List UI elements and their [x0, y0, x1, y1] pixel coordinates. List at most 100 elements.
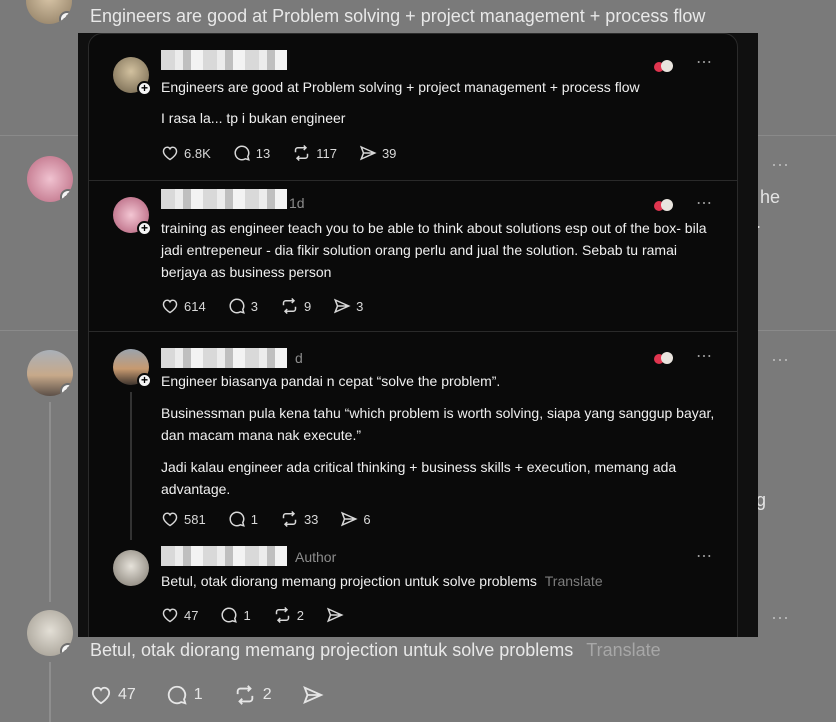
more-icon[interactable]: ⋯: [771, 350, 790, 371]
like-button[interactable]: 581: [161, 511, 206, 527]
share-count: 3: [356, 298, 364, 314]
reaction-icon: [653, 350, 675, 366]
reply-button[interactable]: 1: [228, 510, 258, 528]
reply-button[interactable]: 13: [233, 144, 270, 162]
follow-plus-icon[interactable]: +: [60, 189, 73, 202]
follow-plus-icon[interactable]: +: [60, 383, 73, 396]
reply-count: 1: [250, 511, 258, 527]
share-button[interactable]: 3: [333, 297, 363, 315]
like-button[interactable]: 614: [161, 298, 206, 314]
share-button[interactable]: 6: [340, 510, 371, 528]
share-button[interactable]: 39: [359, 144, 396, 162]
reply-button[interactable]: 3: [228, 297, 258, 315]
username-redacted[interactable]: [161, 348, 287, 368]
thread-preview-panel: + ⋯ Engineers are good at Problem solvin…: [78, 33, 758, 637]
comment-icon: [229, 298, 245, 314]
send-icon: [341, 511, 359, 527]
comment-icon: [221, 607, 238, 623]
like-button[interactable]: 47: [161, 607, 198, 623]
action-bar: 581 1 33 6: [161, 510, 393, 528]
more-icon[interactable]: ⋯: [771, 608, 790, 629]
heart-icon: [162, 512, 178, 527]
repost-button[interactable]: 2: [273, 606, 304, 624]
follow-plus-icon[interactable]: +: [60, 643, 73, 656]
follow-plus-icon[interactable]: +: [137, 373, 152, 388]
avatar[interactable]: +: [27, 610, 73, 656]
translate-link[interactable]: Translate: [545, 573, 603, 589]
send-icon: [326, 607, 344, 623]
avatar[interactable]: [113, 550, 149, 586]
share-button[interactable]: [326, 606, 344, 624]
like-button[interactable]: 6.8K: [161, 145, 211, 161]
avatar[interactable]: +: [26, 0, 72, 24]
translate-link[interactable]: Translate: [586, 640, 660, 660]
post-text-line: Engineers are good at Problem solving + …: [161, 79, 640, 95]
post-text: Betul, otak diorang memang projection un…: [161, 570, 721, 592]
repost-icon: [282, 297, 297, 315]
author-tag: Author: [295, 549, 337, 565]
repost-button[interactable]: 33: [280, 510, 318, 528]
send-icon: [334, 298, 351, 314]
post-paragraph: Businessman pula kena tahu “which proble…: [161, 405, 715, 443]
post[interactable]: + ⋯ Engineers are good at Problem solvin…: [89, 34, 737, 180]
more-options-icon[interactable]: ⋯: [696, 52, 713, 72]
more-icon[interactable]: ⋯: [771, 155, 790, 176]
post-text: training as engineer teach you to be abl…: [161, 220, 707, 280]
post-text-fragment: he: [760, 187, 781, 207]
post-time: 1d: [289, 195, 305, 211]
reply-text-body: Betul, otak diorang memang projection un…: [90, 640, 574, 660]
post[interactable]: 1d + ⋯ training as engineer teach you to…: [89, 181, 737, 331]
share-button[interactable]: [302, 684, 324, 706]
post[interactable]: Author ⋯ Betul, otak diorang memang proj…: [89, 546, 737, 637]
reply-count: 1: [193, 686, 203, 703]
follow-plus-icon[interactable]: +: [59, 11, 72, 24]
like-count: 47: [184, 607, 199, 623]
post-text: Engineer biasanya pandai n cepat “solve …: [161, 370, 721, 510]
like-count: 6.8K: [184, 145, 211, 161]
repost-icon: [282, 510, 297, 528]
repost-count: 2: [296, 607, 304, 623]
follow-plus-icon[interactable]: +: [137, 81, 152, 96]
like-count: 581: [184, 511, 206, 527]
avatar[interactable]: +: [113, 57, 152, 96]
avatar[interactable]: +: [27, 350, 73, 396]
post-time: d: [295, 350, 303, 366]
post-paragraph: Jadi kalau engineer ada critical thinkin…: [161, 459, 677, 497]
reply-button[interactable]: 1: [166, 684, 203, 706]
like-count: 614: [184, 298, 206, 314]
repost-count: 2: [262, 686, 272, 703]
repost-icon: [294, 144, 309, 162]
post-text-body: Betul, otak diorang memang projection un…: [161, 573, 537, 589]
more-options-icon[interactable]: ⋯: [696, 193, 713, 213]
like-count: 47: [118, 686, 136, 703]
thread-line: [130, 392, 132, 540]
post-text: Engineers are good at Problem solving + …: [90, 6, 706, 26]
reaction-icon: [653, 197, 675, 213]
post-text: Engineers are good at Problem solving + …: [161, 76, 721, 139]
reply-text: Betul, otak diorang memang projection un…: [90, 640, 661, 661]
follow-plus-icon[interactable]: +: [137, 221, 152, 236]
username-redacted[interactable]: [161, 189, 287, 209]
avatar[interactable]: +: [113, 349, 152, 388]
post-text-line: I rasa la... tp i bukan engineer: [161, 110, 346, 126]
username-redacted[interactable]: [161, 50, 287, 70]
reply-button[interactable]: 1: [220, 606, 251, 624]
thread-line: [49, 662, 51, 722]
more-options-icon[interactable]: ⋯: [696, 546, 713, 566]
avatar[interactable]: +: [113, 197, 152, 236]
send-icon: [359, 145, 377, 161]
reaction-icon: [653, 58, 675, 74]
more-options-icon[interactable]: ⋯: [696, 346, 713, 366]
username-redacted[interactable]: [161, 546, 287, 566]
like-button[interactable]: 47: [90, 685, 136, 705]
comment-icon: [167, 685, 187, 705]
repost-button[interactable]: 117: [292, 144, 337, 162]
repost-count: 33: [303, 511, 319, 527]
thread-line: [49, 402, 51, 602]
repost-button[interactable]: 9: [280, 297, 311, 315]
avatar[interactable]: +: [27, 156, 73, 202]
heart-icon: [162, 299, 178, 314]
post[interactable]: d + ⋯ Engineer biasanya pandai n cepat “…: [89, 332, 737, 540]
repost-button[interactable]: 2: [233, 684, 272, 706]
action-bar: 6.8K 13 117 39: [161, 144, 418, 162]
